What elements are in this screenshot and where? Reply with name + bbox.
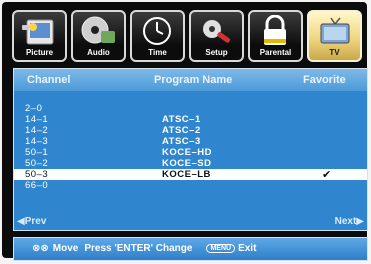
channel-number: 14–2 xyxy=(25,125,49,136)
tab-label: Audio xyxy=(87,48,110,57)
channel-number: 2–0 xyxy=(25,103,43,114)
move-arrows-icon: ⊗⊗ xyxy=(32,243,49,254)
table-row[interactable]: 14–3 ATSC–3 xyxy=(14,136,367,147)
program-name: KOCE–LB xyxy=(162,169,211,180)
channel-number: 14–3 xyxy=(25,136,49,147)
move-hint: Move xyxy=(52,243,79,254)
program-name: ATSC–3 xyxy=(162,136,201,147)
next-page-button[interactable]: Next▶ xyxy=(335,216,364,227)
table-row[interactable]: 50–2 KOCE–SD xyxy=(14,158,367,169)
lock-icon xyxy=(250,14,301,49)
table-row[interactable]: 14–2 ATSC–2 xyxy=(14,125,367,136)
tab-label: Picture xyxy=(25,48,54,57)
program-name: ATSC–1 xyxy=(162,114,201,125)
table-row[interactable]: 14–1 ATSC–1 xyxy=(14,114,367,125)
gear-setup-icon xyxy=(191,15,242,49)
channel-list-panel: Channel Program Name Favorite 2–0 14–1 A… xyxy=(13,68,368,231)
table-row[interactable]: 2–0 xyxy=(14,103,367,114)
channel-number: 50–1 xyxy=(25,147,49,158)
tab-picture[interactable]: Picture xyxy=(12,10,67,62)
tab-parental[interactable]: Parental xyxy=(248,10,303,62)
table-row-selected[interactable]: 50–3 KOCE–LB ✔ xyxy=(14,169,367,181)
tab-label: Setup xyxy=(205,48,228,57)
tv-antenna-icon xyxy=(309,15,360,49)
channel-number: 66–0 xyxy=(25,180,49,191)
program-name: KOCE–HD xyxy=(162,147,212,158)
tv-osd-menu: Picture Audio Time Setup Parental TV Cha… xyxy=(2,2,368,261)
clock-icon xyxy=(132,15,183,49)
page-navigation: ◀Prev Next▶ xyxy=(14,216,367,228)
tab-tv[interactable]: TV xyxy=(307,10,362,62)
tab-time[interactable]: Time xyxy=(130,10,185,62)
tab-audio[interactable]: Audio xyxy=(71,10,126,62)
channel-number: 50–3 xyxy=(25,169,49,180)
menu-tab-bar: Picture Audio Time Setup Parental TV xyxy=(12,10,362,64)
table-header: Channel Program Name Favorite xyxy=(14,69,367,91)
tab-label: Time xyxy=(148,48,167,57)
channel-number: 14–1 xyxy=(25,114,49,125)
column-header-program-name: Program Name xyxy=(154,74,233,86)
column-header-channel: Channel xyxy=(27,74,71,86)
exit-hint: Exit xyxy=(238,243,257,254)
channel-number: 50–2 xyxy=(25,158,49,169)
column-header-favorite: Favorite xyxy=(303,74,346,86)
tab-setup[interactable]: Setup xyxy=(189,10,244,62)
help-bar: ⊗⊗ Move Press 'ENTER' Change MENU Exit xyxy=(13,237,368,261)
audio-cd-icon xyxy=(73,15,124,49)
picture-icon xyxy=(14,15,65,49)
prev-page-button[interactable]: ◀Prev xyxy=(17,216,46,227)
table-row[interactable]: 66–0 xyxy=(14,180,367,191)
change-hint: Press 'ENTER' Change xyxy=(84,243,193,254)
menu-key-icon: MENU xyxy=(206,244,236,253)
program-name: KOCE–SD xyxy=(162,158,212,169)
tab-label: TV xyxy=(329,48,340,57)
table-row[interactable]: 50–1 KOCE–HD xyxy=(14,147,367,158)
program-name: ATSC–2 xyxy=(162,125,201,136)
tab-label: Parental xyxy=(259,48,292,57)
